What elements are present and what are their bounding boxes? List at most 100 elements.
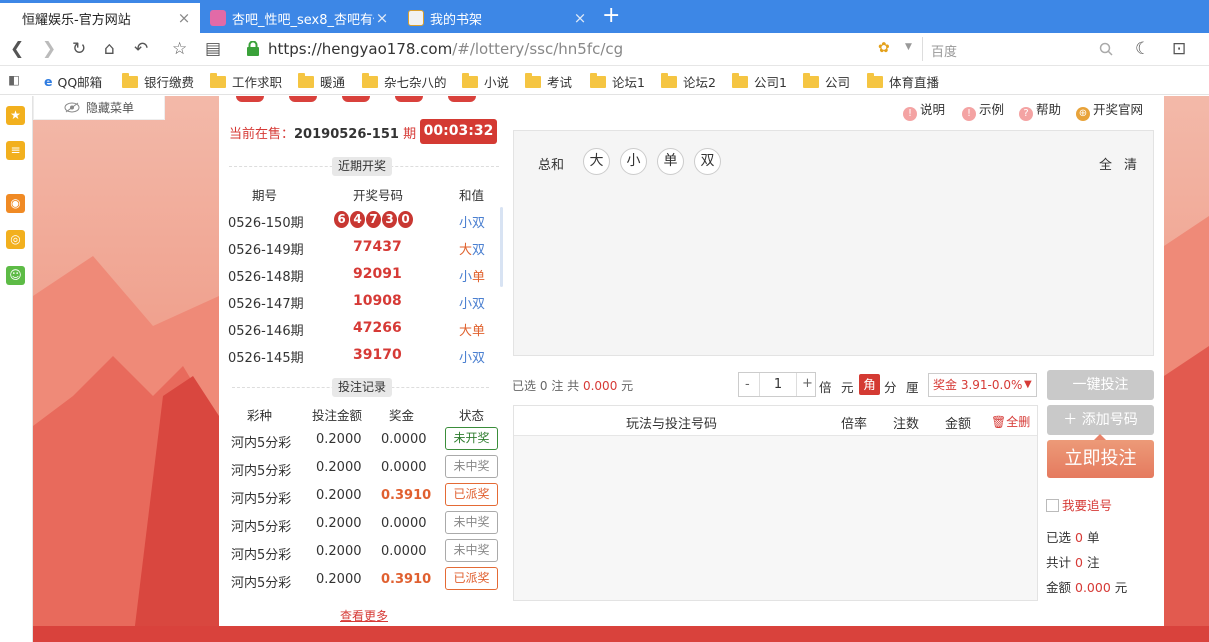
- bookmark-folder[interactable]: 论坛1: [590, 72, 645, 91]
- record-status[interactable]: 已派奖: [445, 483, 498, 506]
- bee-icon[interactable]: ✿: [878, 40, 890, 56]
- address-bar[interactable]: https://hengyao178.com/#/lottery/ssc/hn5…: [240, 37, 920, 61]
- favorites-star-icon[interactable]: ★: [6, 106, 25, 125]
- sum-label: 总和: [538, 158, 565, 173]
- bookmark-folder[interactable]: 考试: [525, 72, 572, 91]
- result-ball-partial: [342, 96, 370, 102]
- record-status[interactable]: 未开奖: [445, 427, 498, 450]
- record-game: 河内5分彩: [231, 520, 292, 535]
- help-link[interactable]: ? 帮助: [1019, 99, 1061, 121]
- option-big[interactable]: 大: [583, 148, 610, 175]
- example-link[interactable]: ! 示例: [962, 99, 1004, 121]
- bookmark-qqmail[interactable]: e QQ邮箱: [44, 72, 102, 91]
- draw-number: 39170: [353, 347, 402, 363]
- lock-icon: [247, 41, 259, 56]
- rss-icon[interactable]: ◉: [6, 194, 25, 213]
- select-all-button[interactable]: 全: [1099, 154, 1112, 173]
- sidebar-toggle-icon[interactable]: ◧: [8, 72, 20, 87]
- smile-icon[interactable]: ☺: [6, 266, 25, 285]
- prize-select-value: 奖金 3.91-0.0%: [933, 378, 1023, 392]
- result-ball-partial: [236, 96, 264, 102]
- bookmark-folder[interactable]: 工作求职: [210, 72, 282, 91]
- unit-jiao[interactable]: 角: [859, 374, 880, 395]
- quick-bet-button[interactable]: 一键投注: [1047, 370, 1154, 400]
- multiplier-input[interactable]: 1: [759, 373, 797, 396]
- tab-bookshelf[interactable]: 我的书架 ×: [400, 3, 596, 33]
- weibo-icon[interactable]: ◎: [6, 230, 25, 249]
- forward-icon[interactable]: ❯: [42, 39, 56, 59]
- scrollbar[interactable]: [500, 207, 503, 287]
- notes-icon[interactable]: ≡: [6, 141, 25, 160]
- folder-icon: [590, 72, 606, 88]
- bookmark-folder[interactable]: 体育直播: [867, 72, 939, 91]
- official-site-link[interactable]: ⊕ 开奖官网: [1076, 99, 1143, 121]
- option-odd[interactable]: 单: [657, 148, 684, 175]
- bookmark-folder[interactable]: 小说: [462, 72, 509, 91]
- search-input[interactable]: 百度: [922, 37, 1118, 61]
- bookmark-folder[interactable]: 公司: [803, 72, 850, 91]
- new-tab-button[interactable]: +: [602, 4, 620, 28]
- trash-icon: 🗑: [991, 415, 1007, 429]
- star-icon[interactable]: ☆: [172, 39, 187, 59]
- minus-button[interactable]: -: [745, 377, 750, 392]
- tab-hengyao[interactable]: 恒耀娱乐-官方网站 ×: [0, 3, 200, 33]
- plus-button[interactable]: +: [802, 376, 813, 391]
- undo-icon[interactable]: ↶: [134, 39, 148, 59]
- bookmark-folder[interactable]: 暖通: [298, 72, 345, 91]
- bookmark-folder[interactable]: 公司1: [732, 72, 787, 91]
- record-game: 河内5分彩: [231, 576, 292, 591]
- add-number-button[interactable]: ＋ 添加号码: [1047, 405, 1154, 435]
- checkbox-icon[interactable]: [1046, 499, 1059, 512]
- bookmark-folder[interactable]: 杂七杂八的: [362, 72, 447, 91]
- record-status[interactable]: 未中奖: [445, 455, 498, 478]
- option-small[interactable]: 小: [620, 148, 647, 175]
- folder-icon: [298, 72, 314, 88]
- hide-menu-button[interactable]: 隐藏菜单: [33, 96, 165, 120]
- close-icon[interactable]: ×: [176, 9, 192, 27]
- current-issue: 当前在售：20190526-151 期: [229, 127, 417, 142]
- chase-number-checkbox[interactable]: 我要追号: [1046, 495, 1112, 514]
- bet-list: [513, 405, 1038, 601]
- clear-button[interactable]: 清: [1124, 154, 1137, 173]
- tab-xingba[interactable]: 杏吧_性吧_sex8_杏吧有你春 ×: [202, 3, 398, 33]
- current-issue-number: 20190526-151: [294, 127, 399, 142]
- record-game: 河内5分彩: [231, 436, 292, 451]
- night-mode-icon[interactable]: ☾: [1135, 39, 1150, 59]
- folder-icon: [362, 72, 378, 88]
- site-icon: [408, 10, 424, 26]
- unit-yuan[interactable]: 元: [841, 377, 854, 396]
- submit-bet-button[interactable]: 立即投注: [1047, 440, 1154, 478]
- url-host: https://hengyao178.com: [268, 40, 453, 58]
- view-more-link[interactable]: 查看更多: [340, 607, 388, 624]
- home-icon[interactable]: ⌂: [104, 39, 115, 59]
- bet-records-title: 投注记录: [332, 378, 393, 397]
- bookmark-folder[interactable]: 论坛2: [661, 72, 716, 91]
- close-icon[interactable]: ×: [572, 9, 588, 27]
- record-game: 河内5分彩: [231, 464, 292, 479]
- crop-icon[interactable]: ⊡: [1172, 39, 1186, 59]
- draw-number: 10908: [353, 293, 402, 309]
- close-icon[interactable]: ×: [374, 9, 390, 27]
- delete-all-button[interactable]: 🗑全删: [991, 413, 1030, 430]
- search-icon[interactable]: [1099, 42, 1113, 56]
- bookmark-folder[interactable]: 银行缴费: [122, 72, 194, 91]
- prize-select[interactable]: 奖金 3.91-0.0% ▼: [928, 373, 1037, 397]
- refresh-icon[interactable]: ↻: [72, 39, 86, 59]
- record-status[interactable]: 未中奖: [445, 539, 498, 562]
- record-status[interactable]: 未中奖: [445, 511, 498, 534]
- unit-fen[interactable]: 分: [884, 377, 897, 396]
- multiplier-stepper[interactable]: - 1 +: [738, 372, 816, 397]
- chevron-down-icon[interactable]: ▼: [905, 42, 912, 52]
- record-game: 河内5分彩: [231, 548, 292, 563]
- record-status[interactable]: 已派奖: [445, 567, 498, 590]
- result-ball-partial: [395, 96, 423, 102]
- reader-icon[interactable]: ▤: [205, 39, 221, 59]
- explain-link[interactable]: ! 说明: [903, 99, 945, 121]
- back-icon[interactable]: ❮: [10, 39, 24, 59]
- option-even[interactable]: 双: [694, 148, 721, 175]
- unit-li[interactable]: 厘: [906, 377, 919, 396]
- col-header: 注数: [893, 417, 920, 432]
- record-prize: 0.3910: [381, 488, 432, 503]
- hide-menu-label: 隐藏菜单: [85, 101, 134, 115]
- record-game: 河内5分彩: [231, 492, 292, 507]
